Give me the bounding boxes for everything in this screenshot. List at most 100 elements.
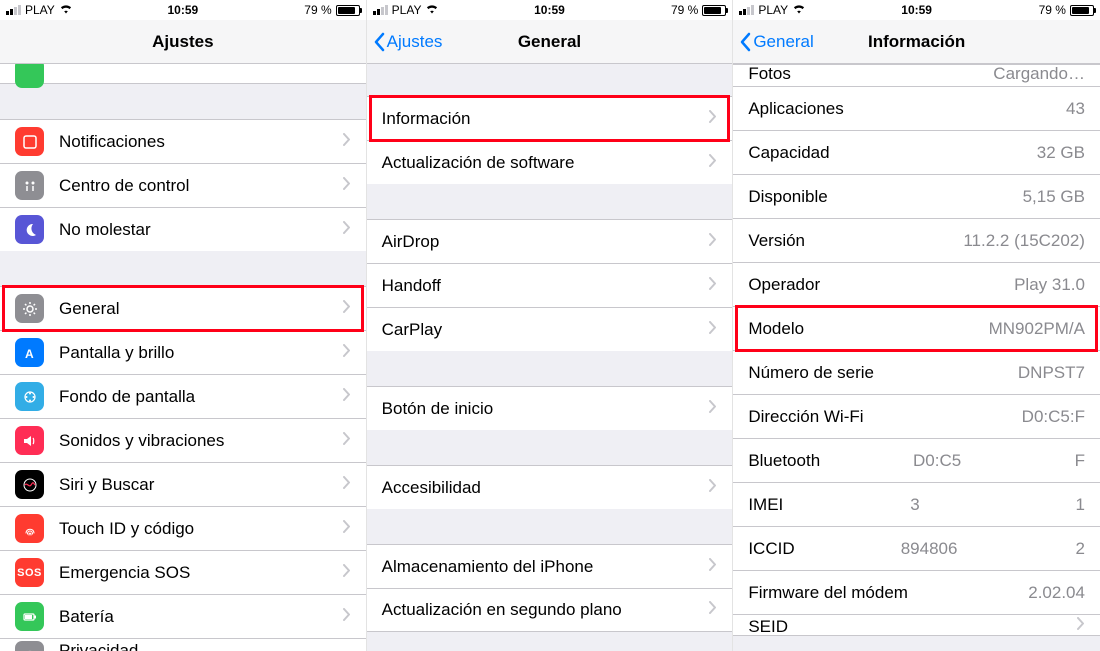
list-item[interactable]: Privacidad xyxy=(0,638,366,651)
general-icon xyxy=(15,294,44,323)
list-item[interactable]: Almacenamiento del iPhone xyxy=(367,544,733,588)
row-value: 3 1 xyxy=(910,495,1085,515)
list-item[interactable]: Botón de inicio xyxy=(367,386,733,430)
about-list[interactable]: FotosCargando…Aplicaciones43 Capacidad 32 … xyxy=(733,64,1100,651)
general-list[interactable]: Información Actualización de software AirD… xyxy=(367,64,733,651)
row-label: Versión xyxy=(748,231,805,251)
row-label: CarPlay xyxy=(382,320,442,340)
row-value: Play 31.0 xyxy=(1014,275,1085,295)
list-item[interactable]: General xyxy=(0,286,366,330)
row-label: Sonidos y vibraciones xyxy=(59,431,224,451)
row-label: Siri y Buscar xyxy=(59,475,154,495)
chevron-right-icon xyxy=(343,177,351,195)
list-item[interactable]: No molestar xyxy=(0,207,366,251)
nav-bar: Ajustes xyxy=(0,20,366,64)
list-item[interactable]: Accesibilidad xyxy=(367,465,733,509)
row-label: No molestar xyxy=(59,220,151,240)
control-center-icon xyxy=(15,171,44,200)
display-icon: A xyxy=(15,338,44,367)
settings-list[interactable]: Notificaciones Centro de control No molest… xyxy=(0,64,366,651)
sos-icon: SOS xyxy=(15,558,44,587)
info-row: Disponible5,15 GB xyxy=(733,174,1100,218)
battery-icon xyxy=(702,5,726,16)
list-item[interactable]: Información xyxy=(367,96,733,140)
chevron-right-icon xyxy=(343,300,351,318)
back-button[interactable]: General xyxy=(739,32,813,52)
row-label: Accesibilidad xyxy=(382,478,481,498)
battery-icon xyxy=(336,5,360,16)
row-label: Centro de control xyxy=(59,176,189,196)
back-button[interactable]: Ajustes xyxy=(373,32,443,52)
row-label: Batería xyxy=(59,607,114,627)
row-value: D0:C5:F xyxy=(1022,407,1085,427)
list-item[interactable]: Fondo de pantalla xyxy=(0,374,366,418)
list-item[interactable]: Centro de control xyxy=(0,163,366,207)
info-row: Versión 11.2.2 (15C202) xyxy=(733,218,1100,262)
chevron-right-icon xyxy=(709,110,717,128)
row-label: Capacidad xyxy=(748,143,829,163)
list-item[interactable]: Sonidos y vibraciones xyxy=(0,418,366,462)
chevron-right-icon xyxy=(343,388,351,406)
chevron-left-icon xyxy=(373,32,385,52)
row-label: Actualización en segundo plano xyxy=(382,600,622,620)
info-row: Aplicaciones43 xyxy=(733,86,1100,130)
row-label: Botón de inicio xyxy=(382,399,494,419)
list-item[interactable]: CarPlay xyxy=(367,307,733,351)
info-row: Capacidad 32 GB xyxy=(733,130,1100,174)
row-label: ICCID xyxy=(748,539,794,559)
list-item[interactable]: Actualización de software xyxy=(367,140,733,184)
chevron-right-icon xyxy=(343,133,351,151)
list-item[interactable]: APantalla y brillo xyxy=(0,330,366,374)
list-item[interactable]: Actualización en segundo plano xyxy=(367,588,733,632)
status-bar: PLAY 10:59 79 % xyxy=(733,0,1100,20)
list-item[interactable]: Touch ID y código xyxy=(0,506,366,550)
list-item[interactable]: AirDrop xyxy=(367,219,733,263)
chevron-right-icon xyxy=(343,520,351,538)
chevron-right-icon xyxy=(709,321,717,339)
chevron-right-icon xyxy=(709,558,717,576)
row-value: 32 GB xyxy=(1037,143,1085,163)
list-item[interactable]: Notificaciones xyxy=(0,119,366,163)
row-label: AirDrop xyxy=(382,232,440,252)
info-row: FotosCargando… xyxy=(733,64,1100,86)
list-item[interactable] xyxy=(0,64,366,84)
info-row: BluetoothD0:C5 F xyxy=(733,438,1100,482)
list-item[interactable]: Handoff xyxy=(367,263,733,307)
row-label: Almacenamiento del iPhone xyxy=(382,557,594,577)
info-row: Firmware del módem2.02.04 xyxy=(733,570,1100,614)
row-value: 43 xyxy=(1066,99,1085,119)
chevron-right-icon xyxy=(709,277,717,295)
info-row: OperadorPlay 31.0 xyxy=(733,262,1100,306)
siri-icon xyxy=(15,470,44,499)
nav-title: Información xyxy=(868,32,965,52)
chevron-right-icon xyxy=(343,476,351,494)
row-label: Dirección Wi-Fi xyxy=(748,407,863,427)
clock: 10:59 xyxy=(367,3,733,17)
chevron-right-icon xyxy=(709,479,717,497)
clock: 10:59 xyxy=(0,3,366,17)
row-value: DNPST7 xyxy=(1018,363,1085,383)
row-label: Fotos xyxy=(748,64,791,84)
row-value: MN902PM/A xyxy=(989,319,1085,339)
list-item[interactable]: SOSEmergencia SOS xyxy=(0,550,366,594)
row-label: Privacidad xyxy=(59,641,138,651)
touchid-icon xyxy=(15,514,44,543)
info-row[interactable]: SEID xyxy=(733,614,1100,636)
row-label: Modelo xyxy=(748,319,804,339)
chevron-right-icon xyxy=(709,601,717,619)
chevron-right-icon xyxy=(709,154,717,172)
list-item[interactable]: Siri y Buscar xyxy=(0,462,366,506)
nav-bar: Ajustes General xyxy=(367,20,733,64)
list-item[interactable]: Batería xyxy=(0,594,366,638)
battery-icon xyxy=(1070,5,1094,16)
back-label: Ajustes xyxy=(387,32,443,52)
notifications-icon xyxy=(15,127,44,156)
privacy-icon xyxy=(15,641,44,651)
chevron-right-icon xyxy=(709,400,717,418)
row-value: 11.2.2 (15C202) xyxy=(963,231,1085,251)
chevron-right-icon xyxy=(343,608,351,626)
back-label: General xyxy=(753,32,813,52)
row-label: Información xyxy=(382,109,471,129)
row-value: 5,15 GB xyxy=(1023,187,1085,207)
row-label: Fondo de pantalla xyxy=(59,387,195,407)
